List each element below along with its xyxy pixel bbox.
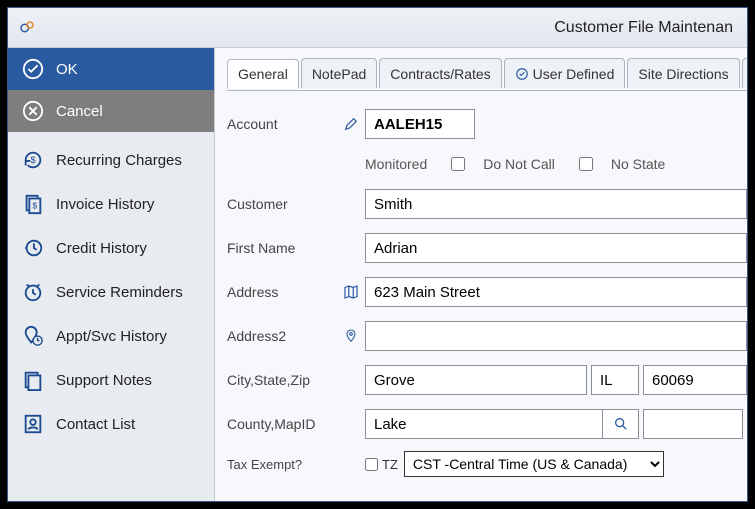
taxexempt-checkbox[interactable]	[365, 458, 378, 471]
monitored-label: Monitored	[365, 156, 427, 172]
history-icon	[22, 237, 44, 259]
tab-site-directions[interactable]: Site Directions	[627, 58, 739, 88]
ok-label: OK	[56, 61, 78, 78]
firstname-label: First Name	[227, 240, 337, 256]
notes-icon	[22, 369, 44, 391]
invoice-icon: $	[22, 193, 44, 215]
nostate-label: No State	[611, 156, 665, 172]
state-field[interactable]	[591, 365, 639, 395]
sidebar-item-label: Contact List	[56, 416, 135, 433]
sidebar-item-label: Support Notes	[56, 372, 152, 389]
account-label: Account	[227, 116, 337, 132]
account-field[interactable]	[365, 109, 475, 139]
sidebar-item-label: Invoice History	[56, 196, 154, 213]
location-time-icon	[22, 325, 44, 347]
title-bar: Customer File Maintenan	[8, 8, 747, 48]
customer-field[interactable]	[365, 189, 747, 219]
search-icon	[613, 416, 629, 432]
address2-label: Address2	[227, 328, 337, 344]
edit-icon[interactable]	[337, 116, 365, 132]
cancel-label: Cancel	[56, 103, 103, 120]
pin-icon[interactable]	[337, 328, 365, 344]
csz-label: City,State,Zip	[227, 372, 337, 388]
svg-text:$: $	[30, 155, 35, 165]
sidebar-item-recurring-charges[interactable]: $ Recurring Charges	[8, 138, 196, 182]
sidebar: OK Cancel $ Recurring Charges $	[8, 48, 215, 501]
alarm-icon	[22, 281, 44, 303]
sidebar-item-appt-svc-history[interactable]: Appt/Svc History	[8, 314, 181, 358]
check-circle-icon	[515, 67, 529, 81]
x-circle-icon	[22, 100, 44, 122]
tab-user-defined[interactable]: User Defined	[504, 58, 626, 88]
city-field[interactable]	[365, 365, 587, 395]
check-circle-icon	[22, 58, 44, 80]
sidebar-item-contact-list[interactable]: Contact List	[8, 402, 149, 446]
county-field[interactable]	[365, 409, 603, 439]
tab-general[interactable]: General	[227, 59, 299, 89]
countymap-label: County,MapID	[227, 416, 337, 432]
recurring-icon: $	[22, 149, 44, 171]
timezone-select[interactable]: CST -Central Time (US & Canada)	[404, 451, 664, 477]
address-field[interactable]	[365, 277, 747, 307]
customer-label: Customer	[227, 196, 337, 212]
sidebar-item-label: Service Reminders	[56, 284, 183, 301]
contact-icon	[22, 413, 44, 435]
monitored-checkbox[interactable]	[451, 157, 465, 171]
donotcall-label: Do Not Call	[483, 156, 555, 172]
taxexempt-label: Tax Exempt?	[227, 457, 337, 472]
content-area: General NotePad Contracts/Rates User Def…	[215, 48, 747, 501]
sidebar-item-label: Appt/Svc History	[56, 328, 167, 345]
donotcall-checkbox[interactable]	[579, 157, 593, 171]
sidebar-item-support-notes[interactable]: Support Notes	[8, 358, 166, 402]
sidebar-item-label: Recurring Charges	[56, 152, 182, 169]
firstname-field[interactable]	[365, 233, 747, 263]
sidebar-item-credit-history[interactable]: Credit History	[8, 226, 161, 270]
mapid-field[interactable]	[643, 409, 743, 439]
county-search-button[interactable]	[603, 409, 639, 439]
gear-icon	[18, 19, 36, 37]
address2-field[interactable]	[365, 321, 747, 351]
tab-contracts[interactable]: Contracts/Rates	[379, 58, 501, 88]
tab-strip: General NotePad Contracts/Rates User Def…	[227, 58, 747, 88]
ok-button[interactable]: OK	[8, 48, 214, 90]
sidebar-item-invoice-history[interactable]: $ Invoice History	[8, 182, 168, 226]
tab-service[interactable]: Service	[742, 58, 747, 88]
sidebar-item-service-reminders[interactable]: Service Reminders	[8, 270, 197, 314]
svg-text:$: $	[33, 202, 38, 211]
tz-label: TZ	[382, 457, 398, 472]
cancel-button[interactable]: Cancel	[8, 90, 214, 132]
window-title: Customer File Maintenan	[36, 19, 737, 37]
sidebar-item-label: Credit History	[56, 240, 147, 257]
zip-field[interactable]	[643, 365, 747, 395]
map-icon[interactable]	[337, 283, 365, 301]
tab-notepad[interactable]: NotePad	[301, 58, 377, 88]
address-label: Address	[227, 284, 337, 300]
